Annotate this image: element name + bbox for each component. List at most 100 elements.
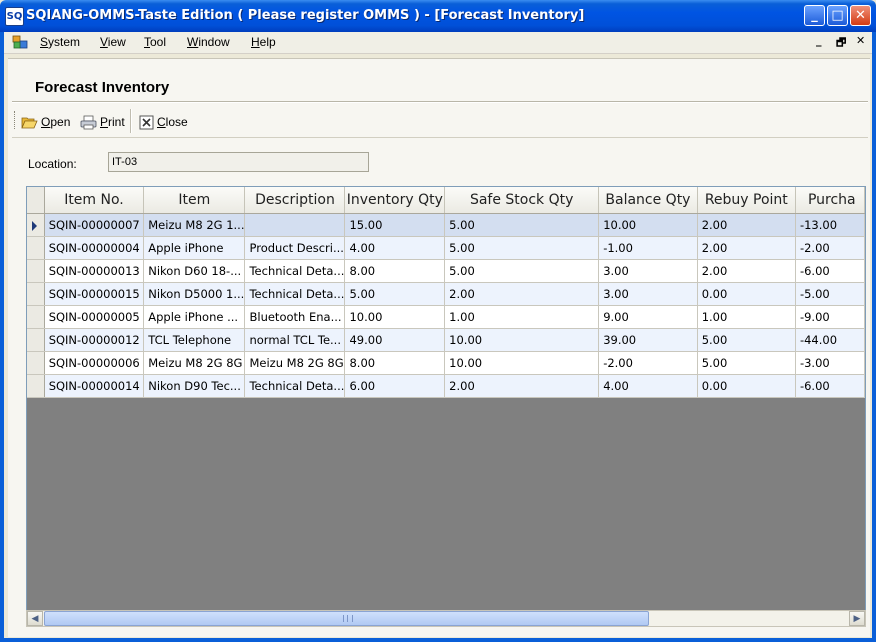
cell-item-no[interactable]: SQIN-00000013: [44, 259, 145, 283]
scroll-right-button[interactable]: ▶: [849, 611, 865, 626]
cell-purchase[interactable]: -6.00: [795, 374, 865, 398]
cell-balance-qty[interactable]: -1.00: [598, 236, 698, 260]
column-header-safe-stock-qty[interactable]: Safe Stock Qty: [444, 187, 600, 214]
column-header-item[interactable]: Item: [143, 187, 246, 214]
menu-view[interactable]: View: [100, 35, 126, 49]
cell-inventory-qty[interactable]: 4.00: [344, 236, 446, 260]
menu-system[interactable]: System: [40, 35, 80, 49]
row-indicator[interactable]: [27, 213, 45, 237]
row-indicator[interactable]: [27, 259, 45, 283]
open-button[interactable]: Open: [21, 113, 70, 131]
mdi-close-button[interactable]: ✕: [856, 34, 865, 47]
cell-item-no[interactable]: SQIN-00000012: [44, 328, 145, 352]
cell-inventory-qty[interactable]: 6.00: [344, 374, 446, 398]
cell-balance-qty[interactable]: 3.00: [598, 259, 698, 283]
cell-description[interactable]: normal TCL Te...: [244, 328, 346, 352]
row-indicator[interactable]: [27, 328, 45, 352]
table-row[interactable]: SQIN-00000006 Meizu M8 2G 8G Meizu M8 2G 8…: [27, 351, 865, 375]
cell-description[interactable]: Technical Deta...: [244, 282, 346, 306]
cell-item[interactable]: Nikon D5000 1...: [143, 282, 246, 306]
table-row[interactable]: SQIN-00000014 Nikon D90 Tec... Technical D…: [27, 374, 865, 398]
cell-item[interactable]: Apple iPhone ...: [143, 305, 246, 329]
cell-description[interactable]: Bluetooth Ena...: [244, 305, 346, 329]
cell-inventory-qty[interactable]: 10.00: [344, 305, 446, 329]
cell-rebuy-point[interactable]: 1.00: [697, 305, 796, 329]
close-window-button[interactable]: ✕: [850, 5, 871, 26]
table-row[interactable]: SQIN-00000013 Nikon D60 18-... Technical D…: [27, 259, 865, 283]
scroll-thumb[interactable]: [44, 611, 649, 626]
forecast-inventory-grid[interactable]: Item No. Item Description Inventory Qty …: [26, 186, 866, 627]
table-row[interactable]: SQIN-00000012 TCL Telephone normal TCL Te.…: [27, 328, 865, 352]
cell-description[interactable]: Technical Deta...: [244, 374, 346, 398]
cell-safe-stock-qty[interactable]: 5.00: [444, 213, 600, 237]
cell-rebuy-point[interactable]: 0.00: [697, 374, 796, 398]
cell-balance-qty[interactable]: 10.00: [598, 213, 698, 237]
row-indicator[interactable]: [27, 305, 45, 329]
horizontal-scrollbar[interactable]: ◀ ▶: [26, 610, 866, 627]
cell-purchase[interactable]: -3.00: [795, 351, 865, 375]
app-icon[interactable]: SQ: [5, 7, 24, 26]
menu-window[interactable]: Window: [187, 35, 230, 49]
table-row[interactable]: SQIN-00000015 Nikon D5000 1... Technical D…: [27, 282, 865, 306]
row-indicator[interactable]: [27, 374, 45, 398]
cell-balance-qty[interactable]: 9.00: [598, 305, 698, 329]
cell-item-no[interactable]: SQIN-00000015: [44, 282, 145, 306]
cell-item[interactable]: TCL Telephone: [143, 328, 246, 352]
column-header-item-no[interactable]: Item No.: [44, 187, 145, 214]
maximize-button[interactable]: □: [827, 5, 848, 26]
minimize-button[interactable]: _: [804, 5, 825, 26]
cell-rebuy-point[interactable]: 2.00: [697, 213, 796, 237]
cell-purchase[interactable]: -44.00: [795, 328, 865, 352]
mdi-child-icon[interactable]: [12, 35, 28, 49]
cell-purchase[interactable]: -2.00: [795, 236, 865, 260]
row-indicator[interactable]: [27, 236, 45, 260]
cell-description[interactable]: Product Descri...: [244, 236, 346, 260]
cell-description[interactable]: Meizu M8 2G 8G: [244, 351, 346, 375]
cell-safe-stock-qty[interactable]: 2.00: [444, 282, 600, 306]
cell-rebuy-point[interactable]: 5.00: [697, 328, 796, 352]
location-field[interactable]: IT-03: [108, 152, 369, 172]
cell-inventory-qty[interactable]: 8.00: [344, 351, 446, 375]
mdi-restore-button[interactable]: 🗗: [836, 34, 846, 53]
cell-balance-qty[interactable]: 4.00: [598, 374, 698, 398]
cell-safe-stock-qty[interactable]: 10.00: [444, 351, 600, 375]
row-indicator[interactable]: [27, 282, 45, 306]
cell-item-no[interactable]: SQIN-00000007: [44, 213, 145, 237]
cell-rebuy-point[interactable]: 2.00: [697, 259, 796, 283]
toolbar-grip[interactable]: [14, 111, 18, 129]
cell-purchase[interactable]: -6.00: [795, 259, 865, 283]
row-indicator[interactable]: [27, 351, 45, 375]
cell-description[interactable]: Technical Deta...: [244, 259, 346, 283]
cell-item[interactable]: Nikon D90 Tec...: [143, 374, 246, 398]
column-header-rebuy-point[interactable]: Rebuy Point: [697, 187, 796, 214]
close-button[interactable]: Close: [139, 113, 188, 131]
column-header-balance-qty[interactable]: Balance Qty: [598, 187, 698, 214]
cell-purchase[interactable]: -5.00: [795, 282, 865, 306]
cell-inventory-qty[interactable]: 5.00: [344, 282, 446, 306]
cell-balance-qty[interactable]: 39.00: [598, 328, 698, 352]
cell-inventory-qty[interactable]: 49.00: [344, 328, 446, 352]
cell-description[interactable]: [244, 213, 346, 237]
cell-safe-stock-qty[interactable]: 10.00: [444, 328, 600, 352]
cell-safe-stock-qty[interactable]: 5.00: [444, 259, 600, 283]
cell-item-no[interactable]: SQIN-00000014: [44, 374, 145, 398]
cell-item[interactable]: Apple iPhone: [143, 236, 246, 260]
menu-tool[interactable]: Tool: [144, 35, 166, 49]
cell-rebuy-point[interactable]: 0.00: [697, 282, 796, 306]
menu-help[interactable]: Help: [251, 35, 276, 49]
cell-item-no[interactable]: SQIN-00000006: [44, 351, 145, 375]
scroll-left-button[interactable]: ◀: [27, 611, 43, 626]
cell-rebuy-point[interactable]: 5.00: [697, 351, 796, 375]
cell-rebuy-point[interactable]: 2.00: [697, 236, 796, 260]
table-row[interactable]: SQIN-00000007 Meizu M8 2G 1... 15.00 5.00 10…: [27, 213, 865, 237]
cell-item[interactable]: Nikon D60 18-...: [143, 259, 246, 283]
cell-item[interactable]: Meizu M8 2G 8G: [143, 351, 246, 375]
column-header-purchase[interactable]: Purcha: [795, 187, 865, 214]
print-button[interactable]: Print: [80, 113, 125, 131]
cell-item-no[interactable]: SQIN-00000005: [44, 305, 145, 329]
title-bar[interactable]: SQ SQIANG-OMMS-Taste Edition ( Please re…: [0, 0, 876, 32]
table-row[interactable]: SQIN-00000004 Apple iPhone Product Descri.…: [27, 236, 865, 260]
cell-purchase[interactable]: -9.00: [795, 305, 865, 329]
cell-item-no[interactable]: SQIN-00000004: [44, 236, 145, 260]
mdi-minimize-button[interactable]: _: [816, 34, 822, 47]
